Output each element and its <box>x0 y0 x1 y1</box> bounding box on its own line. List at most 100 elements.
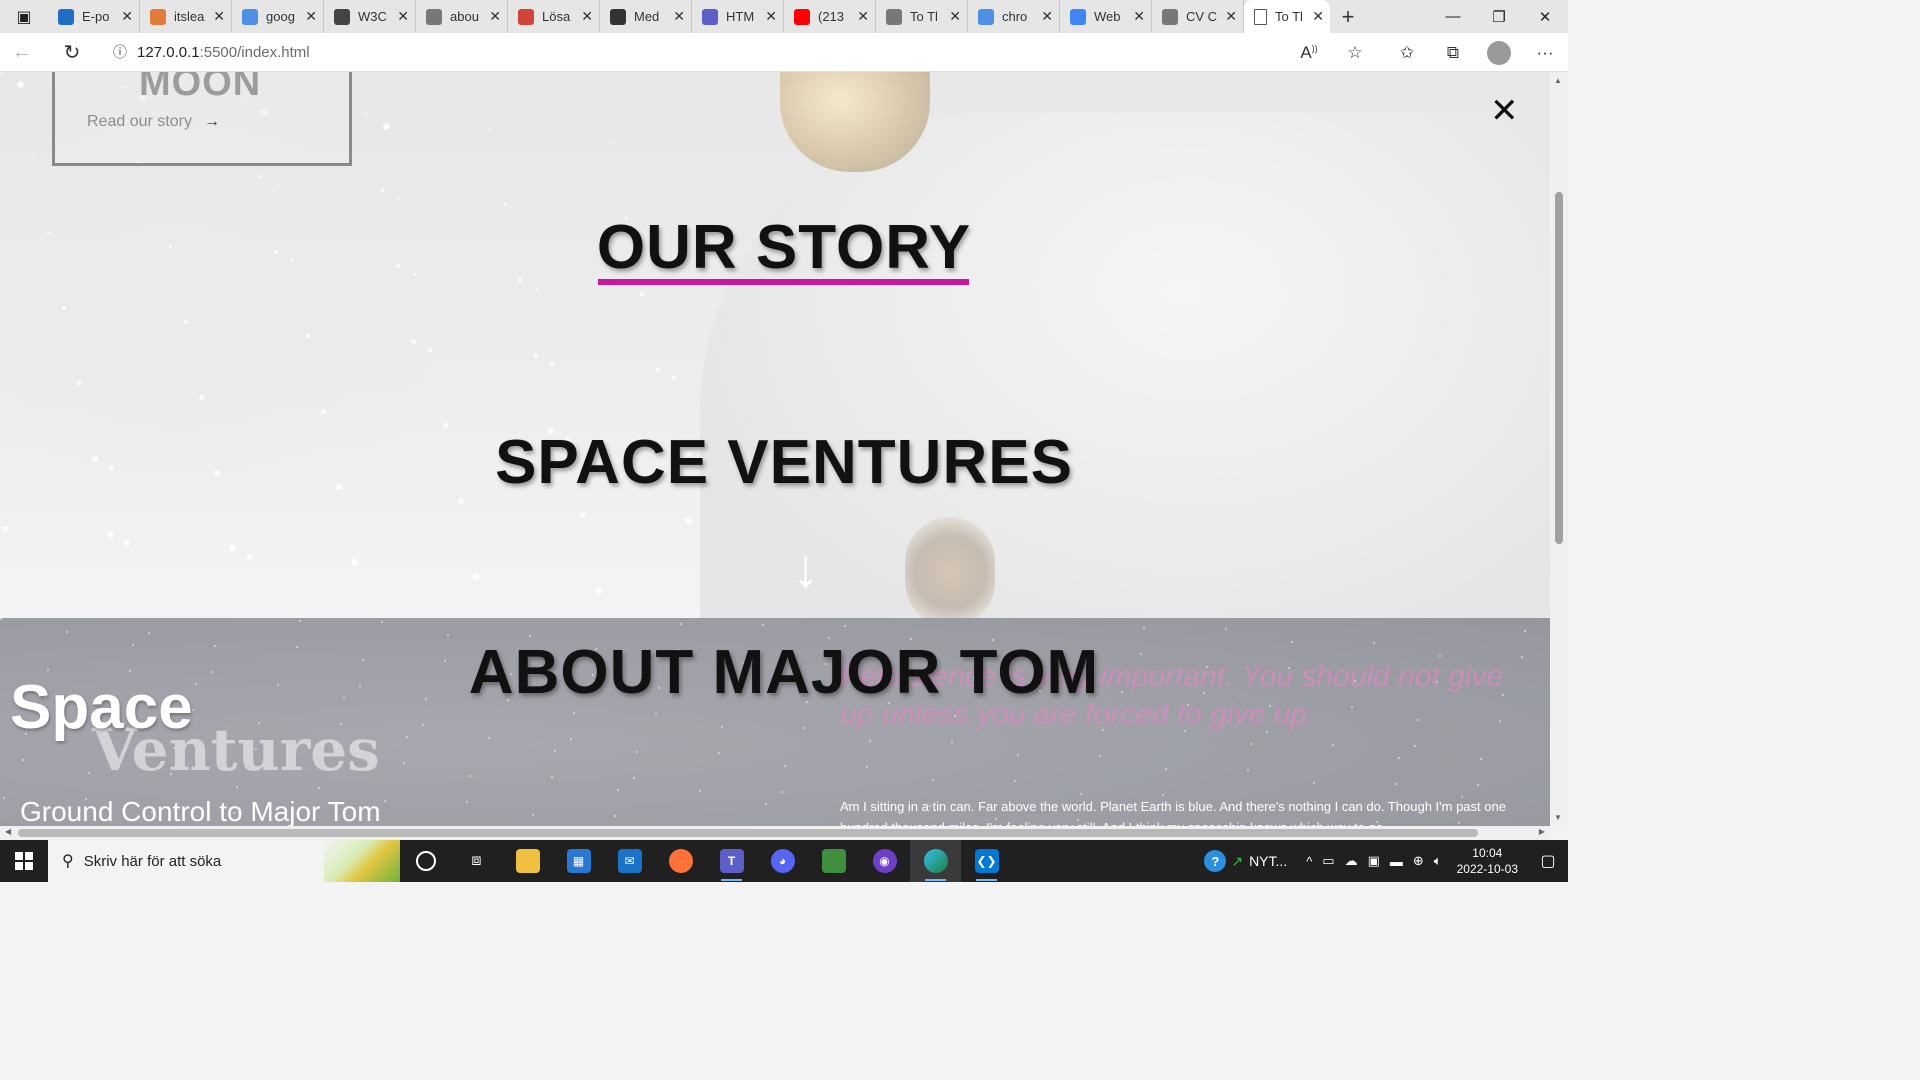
back-button[interactable]: ← <box>0 34 44 70</box>
page-icon <box>1162 8 1178 25</box>
mail-button[interactable]: ✉ <box>604 840 655 882</box>
help-icon[interactable]: ? <box>1204 850 1227 872</box>
tab-active[interactable]: To Tl ✕ <box>1244 0 1330 33</box>
read-aloud-button[interactable]: A)) <box>1286 35 1332 71</box>
tab-9[interactable]: To Tl ✕ <box>876 0 968 33</box>
edge-button[interactable] <box>910 840 961 882</box>
restore-button[interactable]: ❐ <box>1476 0 1522 33</box>
menu-item-our-story[interactable]: OUR STORY <box>0 212 1550 283</box>
tab-title: Med <box>634 9 660 24</box>
search-highlight-image <box>324 840 400 882</box>
address-bar[interactable]: ⓘ 127.0.0.1:5500/index.html <box>103 36 1283 68</box>
tab-2[interactable]: goog ✕ <box>232 0 324 33</box>
close-icon[interactable]: ✕ <box>397 8 409 25</box>
close-icon[interactable]: ✕ <box>213 8 225 25</box>
collections-button[interactable]: ⧉ <box>1430 35 1476 71</box>
volume-icon[interactable]: 🔈︎ <box>1434 853 1442 869</box>
menu-item-about-major-tom[interactable]: ABOUT MAJOR TOM <box>0 637 1550 708</box>
clock-time: 10:04 <box>1472 846 1503 860</box>
scroll-down-icon[interactable]: ▼ <box>1554 813 1562 822</box>
tab-list: E-po ✕ itslea ✕ goog ✕ W3C ✕ abou ✕ Lösa ✕ Med ✕ HTM ✕(… <box>48 0 1244 33</box>
scroll-right-icon[interactable]: ▶ <box>1539 827 1545 836</box>
url-text: 127.0.0.1:5500/index.html <box>137 44 310 61</box>
settings-menu-button[interactable]: ··· <box>1522 35 1568 71</box>
device-icon[interactable]: ▭ <box>1322 853 1334 869</box>
mail-icon: ✉ <box>617 849 642 873</box>
news-widget[interactable]: ↗ NYT... <box>1231 853 1287 870</box>
close-icon[interactable]: ✕ <box>121 8 133 25</box>
media-app-button[interactable] <box>808 840 859 882</box>
tab-5[interactable]: Lösa ✕ <box>508 0 600 33</box>
close-icon[interactable]: ✕ <box>1133 8 1145 25</box>
tab-0[interactable]: E-po ✕ <box>48 0 140 33</box>
network-icon[interactable]: ⊕ <box>1413 853 1424 869</box>
tab-12[interactable]: CV C ✕ <box>1152 0 1244 33</box>
read-our-story-label: Read our story <box>87 113 192 130</box>
vertical-scroll-thumb[interactable] <box>1555 192 1563 544</box>
github-desktop-button[interactable]: ◉ <box>859 840 910 882</box>
screen-icon[interactable]: ▣ <box>1368 853 1380 869</box>
horizontal-scrollbar[interactable]: ◀ ▶ <box>0 826 1550 840</box>
vertical-scrollbar[interactable]: ▲ ▼ <box>1550 72 1568 826</box>
chevron-up-icon[interactable]: ^ <box>1306 854 1312 869</box>
task-view-button[interactable]: ⧈ <box>451 840 502 882</box>
discord-button[interactable]: ◕ <box>757 840 808 882</box>
close-icon[interactable]: ✕ <box>1041 8 1053 25</box>
reload-button[interactable]: ↻ <box>50 34 94 70</box>
read-aloud-icon: A)) <box>1300 42 1318 62</box>
close-menu-button[interactable]: ✕ <box>1490 94 1519 128</box>
tab-title: CV C <box>1186 9 1218 24</box>
read-our-story-link[interactable]: Read our story → <box>87 113 220 131</box>
scroll-up-icon[interactable]: ▲ <box>1554 76 1562 85</box>
teams-button[interactable]: T <box>706 840 757 882</box>
search-icon <box>978 8 994 25</box>
arrow-down-icon[interactable]: ↓ <box>792 542 819 596</box>
tab-10[interactable]: chro ✕ <box>968 0 1060 33</box>
close-icon[interactable]: ✕ <box>765 8 777 25</box>
tab-4[interactable]: abou ✕ <box>416 0 508 33</box>
close-icon[interactable]: ✕ <box>1312 8 1324 25</box>
page-icon <box>426 8 442 25</box>
battery-icon[interactable]: ▬ <box>1390 854 1403 869</box>
horizontal-scroll-thumb[interactable] <box>18 829 1478 837</box>
onedrive-icon[interactable]: ☁ <box>1345 853 1358 869</box>
story-card: MOON Read our story → <box>52 72 352 166</box>
close-icon[interactable]: ✕ <box>857 8 869 25</box>
close-icon[interactable]: ✕ <box>673 8 685 25</box>
teams-icon <box>702 8 718 25</box>
close-icon[interactable]: ✕ <box>489 8 501 25</box>
tab-title: Lösa <box>542 9 571 24</box>
close-icon[interactable]: ✕ <box>949 8 961 25</box>
page-icon <box>1254 8 1267 25</box>
clock[interactable]: 10:04 2022-10-03 <box>1457 845 1518 877</box>
minimize-button[interactable]: — <box>1430 0 1476 33</box>
taskbar-search[interactable]: ⚲ Skriv här för att söka <box>48 840 400 882</box>
scroll-left-icon[interactable]: ◀ <box>5 827 11 836</box>
tab-7[interactable]: HTM ✕ <box>692 0 784 33</box>
vscode-button[interactable]: ❮❯ <box>961 840 1012 882</box>
new-tab-button[interactable]: + <box>1330 4 1366 30</box>
tab-6[interactable]: Med ✕ <box>600 0 692 33</box>
cortana-button[interactable] <box>400 840 451 882</box>
info-icon[interactable]: ⓘ <box>103 42 137 62</box>
store-button[interactable]: ▦ <box>553 840 604 882</box>
tab-1[interactable]: itslea ✕ <box>140 0 232 33</box>
start-button[interactable] <box>0 840 48 882</box>
close-icon[interactable]: ✕ <box>305 8 317 25</box>
tab-3[interactable]: W3C ✕ <box>324 0 416 33</box>
tab-8[interactable]: (213 ✕ <box>784 0 876 33</box>
firefox-icon <box>668 849 693 873</box>
close-window-button[interactable]: ✕ <box>1522 0 1568 33</box>
tab-actions-button[interactable]: ▣ <box>0 0 48 33</box>
menu-item-space-ventures[interactable]: SPACE VENTURES <box>0 427 1550 498</box>
tab-11[interactable]: Web ✕ <box>1060 0 1152 33</box>
favorites-button[interactable]: ✩ <box>1384 35 1430 71</box>
profile-button[interactable] <box>1476 35 1522 71</box>
file-explorer-button[interactable] <box>502 840 553 882</box>
vscode-icon: ❮❯ <box>974 849 999 873</box>
close-icon[interactable]: ✕ <box>1225 8 1237 25</box>
notification-icon[interactable]: ▢ <box>1528 851 1568 871</box>
add-favorite-button[interactable]: ☆ <box>1332 35 1378 71</box>
close-icon[interactable]: ✕ <box>581 8 593 25</box>
firefox-button[interactable] <box>655 840 706 882</box>
